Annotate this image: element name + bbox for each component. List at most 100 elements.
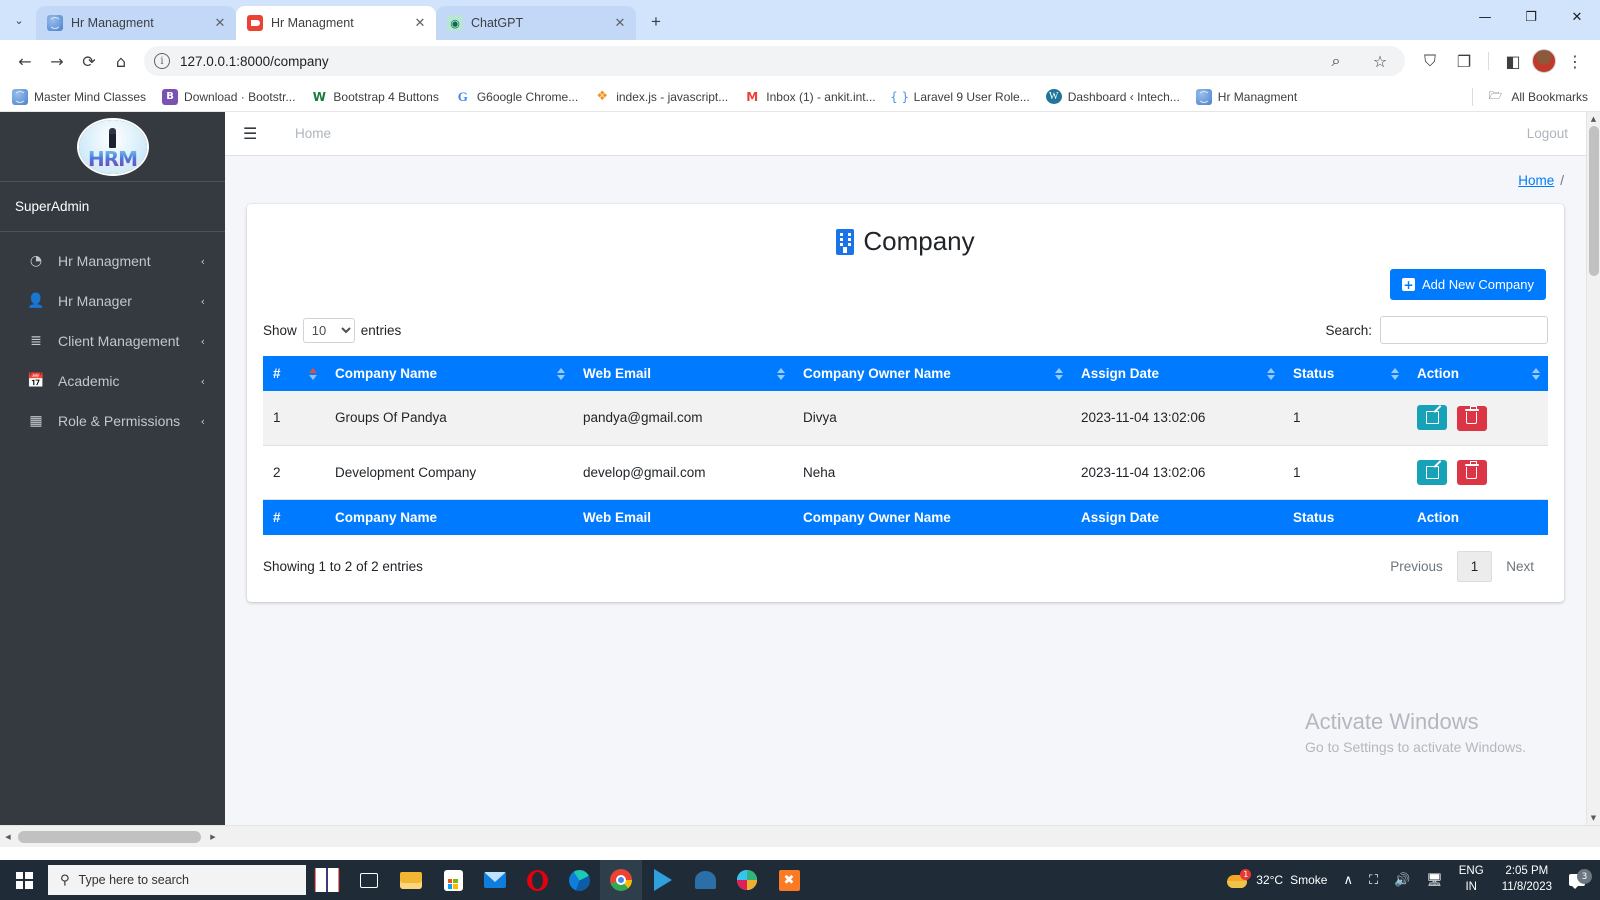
delete-button[interactable]: [1456, 405, 1487, 431]
vertical-scroll-thumb[interactable]: [1589, 126, 1599, 276]
opera-icon[interactable]: [516, 860, 558, 900]
edit-button[interactable]: [1417, 459, 1447, 485]
tab-search-icon[interactable]: ⌄: [2, 3, 36, 37]
logout-link[interactable]: Logout: [1527, 126, 1568, 141]
back-icon[interactable]: ←: [10, 46, 40, 76]
extensions-icon[interactable]: ❐: [1449, 46, 1479, 76]
pagination-next[interactable]: Next: [1492, 551, 1548, 582]
search-input[interactable]: [1380, 316, 1548, 344]
book-app-icon[interactable]: [306, 860, 348, 900]
bookmark-item[interactable]: ❖ index.js - javascript...: [594, 89, 728, 105]
close-icon[interactable]: ✕: [212, 15, 228, 31]
weather-widget[interactable]: 1 32°C Smoke: [1219, 869, 1335, 888]
vscode-icon[interactable]: [642, 860, 684, 900]
pagination-previous[interactable]: Previous: [1376, 551, 1457, 582]
slack-icon[interactable]: [726, 860, 768, 900]
sidebar-item-hr-managment[interactable]: ◔ Hr Managment ‹: [8, 242, 217, 280]
close-icon[interactable]: ✕: [612, 15, 628, 31]
bookmark-item[interactable]: W Bootstrap 4 Buttons: [311, 89, 439, 105]
new-tab-button[interactable]: +: [642, 8, 670, 36]
column-header-owner-name[interactable]: Company Owner Name: [793, 356, 1071, 391]
maximize-icon[interactable]: ❐: [1508, 0, 1554, 34]
tray-expand-icon[interactable]: ∧: [1335, 873, 1361, 888]
scroll-up-icon[interactable]: ▲: [1587, 112, 1600, 126]
site-info-icon[interactable]: i: [154, 53, 170, 69]
language-indicator[interactable]: ENG IN: [1451, 864, 1492, 895]
horizontal-scrollbar[interactable]: ◀ ▶: [0, 825, 1600, 847]
all-bookmarks-button[interactable]: 🗁 All Bookmarks: [1472, 87, 1588, 106]
taskbar-search[interactable]: ⚲ Type here to search: [48, 865, 306, 895]
start-button[interactable]: [0, 860, 48, 900]
browser-tab-2[interactable]: Hr Managment ✕: [236, 6, 436, 40]
vertical-scrollbar[interactable]: ▲ ▼: [1586, 112, 1600, 825]
bookmark-item[interactable]: M Inbox (1) - ankit.int...: [744, 89, 875, 105]
weather-icon: 1: [1227, 869, 1252, 888]
column-header-num[interactable]: #: [263, 356, 325, 391]
mail-icon[interactable]: [474, 860, 516, 900]
profile-avatar[interactable]: [1532, 49, 1556, 73]
bookmark-item[interactable]: Hr Managment: [1195, 88, 1297, 105]
browser-tab-1[interactable]: Hr Managment ✕: [36, 6, 236, 40]
address-bar[interactable]: i 127.0.0.1:8000/company ⌕ ☆: [144, 46, 1405, 76]
table-row[interactable]: 1 Groups Of Pandya pandya@gmail.com Divy…: [263, 391, 1548, 446]
task-view-icon[interactable]: [348, 860, 390, 900]
taskbar-clock[interactable]: 2:05 PM 11/8/2023: [1492, 864, 1562, 895]
bookmark-item[interactable]: B Download · Bootstr...: [162, 88, 295, 105]
column-header-web-email[interactable]: Web Email: [573, 356, 793, 391]
meet-camera-icon[interactable]: ⛶: [1361, 873, 1386, 888]
xampp-icon[interactable]: ✖: [768, 860, 810, 900]
column-header-company-name[interactable]: Company Name: [325, 356, 573, 391]
entries-label: entries: [360, 322, 402, 338]
chrome-menu-icon[interactable]: ⋮: [1560, 46, 1590, 76]
bookmark-item[interactable]: { } Laravel 9 User Role...: [890, 89, 1030, 105]
close-icon[interactable]: ✕: [412, 15, 428, 31]
edit-button[interactable]: [1417, 405, 1447, 430]
column-header-action[interactable]: Action: [1407, 356, 1548, 391]
column-header-status[interactable]: Status: [1283, 356, 1407, 391]
anaconda-icon[interactable]: [684, 860, 726, 900]
bookmark-item[interactable]: Master Mind Classes: [12, 88, 146, 105]
microsoft-store-icon[interactable]: [432, 860, 474, 900]
volume-icon[interactable]: 🔊: [1386, 873, 1418, 888]
reload-icon[interactable]: ⟳: [74, 46, 104, 76]
navbar-home-link[interactable]: Home: [295, 126, 331, 141]
edge-icon[interactable]: [558, 860, 600, 900]
network-icon[interactable]: 🖥: [1418, 873, 1451, 888]
breadcrumb-home[interactable]: Home: [1518, 173, 1554, 188]
building-icon: [836, 228, 855, 255]
scroll-right-icon[interactable]: ▶: [205, 826, 221, 847]
shield-icon[interactable]: ⛉: [1415, 46, 1445, 76]
side-panel-icon[interactable]: ◧: [1498, 46, 1528, 76]
hamburger-icon[interactable]: ☰: [243, 124, 273, 143]
brand-logo[interactable]: HRM: [0, 112, 225, 182]
column-header-assign-date[interactable]: Assign Date: [1071, 356, 1283, 391]
sidebar-item-academic[interactable]: 📅 Academic ‹: [8, 362, 217, 400]
windows-taskbar: ⚲ Type here to search ✖ 1 32°C Smoke ∧ ⛶…: [0, 860, 1600, 900]
sort-icon: [1055, 367, 1063, 380]
delete-button[interactable]: [1456, 460, 1487, 485]
bookmark-item[interactable]: G G6oogle Chrome...: [455, 89, 578, 105]
table-row[interactable]: 2 Development Company develop@gmail.com …: [263, 445, 1548, 500]
add-new-company-button[interactable]: + Add New Company: [1390, 269, 1546, 300]
pagination-page-1[interactable]: 1: [1456, 551, 1493, 582]
sidebar-item-role-permissions[interactable]: ▦ Role & Permissions ‹: [8, 402, 217, 440]
sidebar-user-panel[interactable]: SuperAdmin: [0, 182, 225, 232]
home-icon[interactable]: ⌂: [106, 46, 136, 76]
zoom-out-icon[interactable]: ⌕: [1321, 46, 1351, 76]
forward-icon[interactable]: →: [42, 46, 72, 76]
sidebar-item-client-management[interactable]: ≣ Client Management ‹: [8, 322, 217, 360]
entries-per-page-select[interactable]: 10 25 50 100: [302, 317, 355, 343]
chrome-icon[interactable]: [600, 860, 642, 900]
file-explorer-icon[interactable]: [390, 860, 432, 900]
notifications-button[interactable]: 3: [1562, 869, 1592, 889]
horizontal-scroll-thumb[interactable]: [18, 831, 201, 843]
browser-tab-3[interactable]: ◉ ChatGPT ✕: [436, 6, 636, 40]
sidebar-item-hr-manager[interactable]: 👤 Hr Manager ‹: [8, 282, 217, 320]
scroll-down-icon[interactable]: ▼: [1587, 811, 1600, 825]
bookmark-star-icon[interactable]: ☆: [1365, 46, 1395, 76]
footer-web-email: Web Email: [573, 499, 793, 535]
bookmark-item[interactable]: W Dashboard ‹ Intech...: [1045, 89, 1180, 104]
minimize-icon[interactable]: —: [1462, 0, 1508, 34]
close-window-icon[interactable]: ✕: [1554, 0, 1600, 34]
scroll-left-icon[interactable]: ◀: [0, 826, 16, 847]
